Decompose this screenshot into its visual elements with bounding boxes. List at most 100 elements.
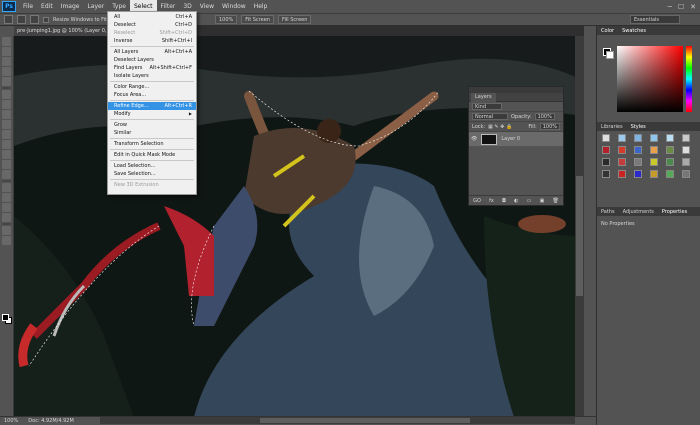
menu-layer[interactable]: Layer (83, 0, 108, 13)
link-layers-icon[interactable]: GO (473, 198, 481, 204)
style-swatch[interactable] (650, 134, 658, 142)
menu-item-deselect[interactable]: Deselect Ctrl+D (108, 21, 196, 29)
hand-tool-icon[interactable] (2, 226, 11, 235)
menu-help[interactable]: Help (250, 0, 272, 13)
tab-properties[interactable]: Properties (662, 209, 687, 215)
blend-mode-select[interactable]: Normal (472, 113, 508, 120)
visibility-eye-icon[interactable]: 👁 (471, 136, 477, 142)
eraser-tool-icon[interactable] (2, 140, 11, 149)
zoom-100-button[interactable]: 100% (215, 15, 238, 24)
style-swatch[interactable] (682, 158, 690, 166)
menu-image[interactable]: Image (57, 0, 84, 13)
style-swatch[interactable] (666, 146, 674, 154)
menu-item-modify[interactable]: Modify ▶ (108, 110, 196, 118)
style-swatch[interactable] (682, 170, 690, 178)
menu-item-similar[interactable]: Similar (108, 129, 196, 137)
tab-swatches[interactable]: Swatches (622, 28, 646, 34)
move-tool-icon[interactable] (2, 37, 11, 46)
menu-item-save-selection[interactable]: Save Selection... (108, 170, 196, 178)
history-brush-tool-icon[interactable] (2, 130, 11, 139)
adjustment-layer-icon[interactable]: ◐ (514, 198, 518, 204)
layers-tab[interactable]: Layers (471, 93, 496, 102)
menu-view[interactable]: View (196, 0, 218, 13)
layer-row[interactable]: 👁 Layer 0 (469, 132, 563, 146)
menu-file[interactable]: File (19, 0, 37, 13)
quick-select-tool-icon[interactable] (2, 67, 11, 76)
type-tool-icon[interactable] (2, 193, 11, 202)
tab-adjustments[interactable]: Adjustments (623, 209, 654, 215)
menu-item-find-layers[interactable]: Find Layers Alt+Shift+Ctrl+F (108, 64, 196, 72)
menu-item-focus-area[interactable]: Focus Area... (108, 91, 196, 99)
style-swatch[interactable] (666, 170, 674, 178)
fx-icon[interactable]: fx (489, 198, 494, 204)
menu-edit[interactable]: Edit (37, 0, 57, 13)
healing-tool-icon[interactable] (2, 100, 11, 109)
style-swatch[interactable] (618, 158, 626, 166)
style-swatch[interactable] (634, 170, 642, 178)
resize-windows-checkbox[interactable] (43, 16, 49, 23)
style-swatch[interactable] (634, 158, 642, 166)
pen-tool-icon[interactable] (2, 183, 11, 192)
new-layer-icon[interactable]: ▣ (540, 198, 545, 204)
eyedropper-tool-icon[interactable] (2, 90, 11, 99)
brush-tool-icon[interactable] (2, 110, 11, 119)
workspace-select[interactable]: Essentials (630, 15, 680, 24)
menu-item-edit-in-quick-mask-mode[interactable]: Edit in Quick Mask Mode (108, 151, 196, 159)
style-swatch[interactable] (602, 158, 610, 166)
style-swatch[interactable] (618, 134, 626, 142)
horizontal-scroll-thumb[interactable] (260, 418, 470, 423)
new-group-icon[interactable]: ▭ (527, 198, 532, 204)
menu-item-inverse[interactable]: Inverse Shift+Ctrl+I (108, 37, 196, 45)
tab-color[interactable]: Color (601, 28, 614, 34)
tab-styles[interactable]: Styles (631, 124, 646, 130)
style-swatch[interactable] (666, 158, 674, 166)
add-mask-icon[interactable]: ◘ (502, 198, 506, 204)
toolbox-foreground-color[interactable] (2, 314, 9, 321)
fill-input[interactable]: 100% (539, 123, 560, 130)
menu-item-refine-edge[interactable]: Refine Edge... Alt+Ctrl+R (108, 102, 196, 110)
dodge-tool-icon[interactable] (2, 170, 11, 179)
menu-item-transform-selection[interactable]: Transform Selection (108, 140, 196, 148)
style-swatch[interactable] (634, 134, 642, 142)
tab-paths[interactable]: Paths (601, 209, 615, 215)
zoom-out-icon[interactable] (30, 15, 39, 24)
lock-icon[interactable]: ▦ ✎ ✥ 🔒 (488, 124, 512, 130)
style-swatch[interactable] (602, 134, 610, 142)
menu-window[interactable]: Window (218, 0, 250, 13)
style-swatch[interactable] (682, 134, 690, 142)
hue-slider[interactable] (686, 46, 692, 112)
style-swatch[interactable] (618, 146, 626, 154)
style-swatch[interactable] (602, 146, 610, 154)
maximize-icon[interactable]: ☐ (678, 3, 684, 11)
marquee-tool-icon[interactable] (2, 47, 11, 56)
vertical-scroll-thumb[interactable] (576, 176, 583, 296)
zoom-in-icon[interactable] (17, 15, 26, 24)
shape-tool-icon[interactable] (2, 213, 11, 222)
menu-item-grow[interactable]: Grow (108, 121, 196, 129)
minimize-icon[interactable]: ─ (668, 3, 672, 11)
menu-item-load-selection[interactable]: Load Selection... (108, 162, 196, 170)
close-window-icon[interactable]: ✕ (690, 3, 696, 11)
lasso-tool-icon[interactable] (2, 57, 11, 66)
stamp-tool-icon[interactable] (2, 120, 11, 129)
color-picker-field[interactable] (617, 46, 683, 112)
menu-item-deselect-layers[interactable]: Deselect Layers (108, 56, 196, 64)
style-swatch[interactable] (618, 170, 626, 178)
menu-item-color-range[interactable]: Color Range... (108, 83, 196, 91)
style-swatch[interactable] (650, 158, 658, 166)
menu-item-isolate-layers[interactable]: Isolate Layers (108, 72, 196, 80)
style-swatch[interactable] (634, 146, 642, 154)
opacity-input[interactable]: 100% (534, 113, 555, 120)
fill-screen-button[interactable]: Fill Screen (277, 15, 312, 24)
path-select-tool-icon[interactable] (2, 203, 11, 212)
zoom-tool-icon[interactable] (2, 236, 11, 245)
style-swatch[interactable] (602, 170, 610, 178)
blur-tool-icon[interactable] (2, 160, 11, 169)
menu-item-all[interactable]: All Ctrl+A (108, 13, 196, 21)
crop-tool-icon[interactable] (2, 77, 11, 86)
style-swatch[interactable] (666, 134, 674, 142)
style-swatch[interactable] (650, 170, 658, 178)
menu-item-all-layers[interactable]: All Layers Alt+Ctrl+A (108, 48, 196, 56)
background-color-swatch[interactable] (606, 51, 614, 59)
vertical-scrollbar[interactable] (575, 36, 584, 417)
